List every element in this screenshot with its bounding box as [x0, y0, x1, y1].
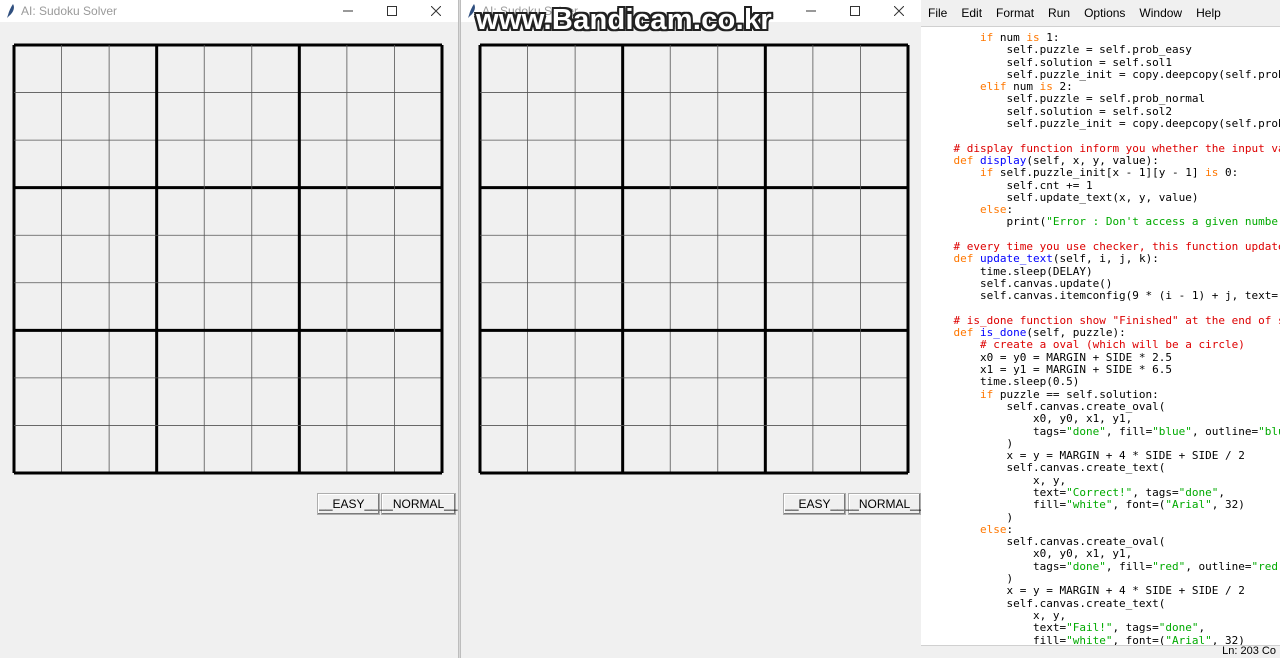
feather-icon — [7, 4, 14, 18]
code-line: self.canvas.itemconfig(9 * (i - 1) + j, … — [927, 289, 1278, 303]
code-line: elif num is 2: — [979, 80, 1073, 94]
code-line: if num is 1: — [979, 31, 1060, 44]
code-line: print("Error : Don't access a given numb… — [927, 215, 1279, 229]
easy-button[interactable]: __EASY__ — [317, 493, 380, 515]
minimize-icon — [806, 10, 816, 12]
code-line: self.canvas.create_oval( — [927, 535, 1166, 549]
code-line: ) — [927, 436, 1014, 450]
maximize-icon — [850, 6, 860, 16]
close-button[interactable] — [414, 0, 458, 22]
close-icon — [431, 6, 441, 16]
easy-button[interactable]: __EASY__ — [783, 493, 846, 515]
code-line: self.canvas.update() — [927, 276, 1113, 290]
code-line: def update_text(self, i, j, k): — [953, 252, 1159, 266]
code-line: x = y = MARGIN + 4 * SIDE + SIDE / 2 — [927, 449, 1245, 463]
minimize-button[interactable] — [789, 0, 833, 22]
sudoku-window-2: AI: Sudoku Solver __EASY__ __NORMAL__ — [461, 0, 921, 658]
code-line: x0 = y0 = MARGIN + SIDE * 2.5 — [927, 350, 1173, 364]
code-line: if puzzle == self.solution: — [979, 387, 1159, 401]
code-line: else: — [979, 522, 1014, 536]
sudoku-grid[interactable] — [12, 43, 444, 475]
sudoku-window-1: AI: Sudoku Solver __EASY__ __NORMAL__ — [0, 0, 458, 658]
code-line: # display function inform you whether th… — [953, 141, 1280, 155]
menu-item-edit[interactable]: Edit — [954, 6, 989, 20]
code-line: fill="white", font=("Arial", 32) — [927, 498, 1245, 512]
code-line: ) — [927, 572, 1014, 586]
code-line: self.update_text(x, y, value) — [927, 190, 1199, 204]
code-line: self.solution = self.sol1 — [927, 55, 1173, 69]
menu-item-file[interactable]: File — [921, 6, 954, 20]
code-line: x0, y0, x1, y1, — [927, 412, 1133, 426]
code-line: self.canvas.create_text( — [927, 596, 1166, 610]
code-line: # every time you use checker, this funct… — [953, 240, 1280, 254]
close-icon — [894, 6, 904, 16]
code-line: self.solution = self.sol2 — [927, 104, 1173, 118]
menu-separator — [921, 26, 1280, 27]
sudoku-grid[interactable] — [478, 43, 910, 475]
code-line: self.canvas.create_text( — [927, 461, 1166, 475]
code-line: tags="done", fill="red", outline="red — [927, 559, 1279, 573]
maximize-button[interactable] — [833, 0, 877, 22]
code-line: x, y, — [927, 608, 1067, 622]
title-bar[interactable]: AI: Sudoku Solver — [0, 0, 458, 22]
cursor-position: Ln: 203 Co — [1222, 645, 1276, 657]
code-line: self.puzzle_init = copy.deepcopy(self.pr… — [927, 117, 1280, 131]
code-line: self.cnt += 1 — [927, 178, 1093, 192]
code-line: if self.puzzle_init[x - 1][y - 1] is 0: — [979, 166, 1239, 180]
minimize-button[interactable] — [326, 0, 370, 22]
menu-item-options[interactable]: Options — [1077, 6, 1132, 20]
code-line: x = y = MARGIN + 4 * SIDE + SIDE / 2 — [927, 584, 1245, 598]
code-line: self.puzzle_init = copy.deepcopy(self.pr… — [927, 67, 1280, 81]
menu-item-run[interactable]: Run — [1041, 6, 1077, 20]
code-line: else: — [979, 203, 1014, 217]
code-line: x0, y0, x1, y1, — [927, 547, 1133, 561]
code-line: text="Fail!", tags="done", — [927, 621, 1206, 635]
code-line: ) — [927, 510, 1014, 524]
close-button[interactable] — [877, 0, 921, 22]
code-line: # is_done function show "Finished" at th… — [953, 313, 1280, 327]
menu-item-format[interactable]: Format — [989, 6, 1041, 20]
grid-background — [14, 45, 442, 473]
code-editor-window: File Edit Format Run Options Window Help if nu… — [921, 0, 1280, 658]
sudoku-board[interactable] — [478, 43, 910, 475]
maximize-button[interactable] — [370, 0, 414, 22]
code-area[interactable]: if num is 1: self.puzzle = self.prob_eas… — [927, 31, 1280, 647]
watermark: www.Bandicam.co.kr — [476, 4, 773, 36]
menu-bar: File Edit Format Run Options Window Help — [921, 0, 1280, 26]
menu-item-help[interactable]: Help — [1189, 6, 1228, 20]
code-line: x1 = y1 = MARGIN + SIDE * 6.5 — [927, 363, 1173, 377]
code-line: x, y, — [927, 473, 1067, 487]
grid-background — [480, 45, 908, 473]
code-line: def is_done(self, puzzle): — [953, 326, 1126, 340]
window-title: AI: Sudoku Solver — [21, 4, 118, 18]
minimize-icon — [343, 10, 353, 12]
normal-button[interactable]: __NORMAL__ — [379, 493, 458, 515]
menu-item-window[interactable]: Window — [1132, 6, 1189, 20]
sudoku-board[interactable] — [12, 43, 444, 475]
code-line: text="Correct!", tags="done", — [927, 485, 1226, 499]
code-line: time.sleep(DELAY) — [927, 264, 1093, 278]
code-line: self.puzzle = self.prob_normal — [927, 92, 1206, 106]
code-line: # create a oval (which will be a circle) — [979, 338, 1245, 352]
status-bar: Ln: 203 Co — [921, 645, 1280, 658]
code-line: self.canvas.create_oval( — [927, 399, 1166, 413]
code-line: self.puzzle = self.prob_easy — [927, 43, 1192, 57]
code-line: time.sleep(0.5) — [927, 375, 1080, 389]
code-line: tags="done", fill="blue", outline="blu — [927, 424, 1280, 438]
code-line: def display(self, x, y, value): — [953, 153, 1159, 167]
maximize-icon — [387, 6, 397, 16]
normal-button[interactable]: __NORMAL__ — [845, 493, 921, 515]
